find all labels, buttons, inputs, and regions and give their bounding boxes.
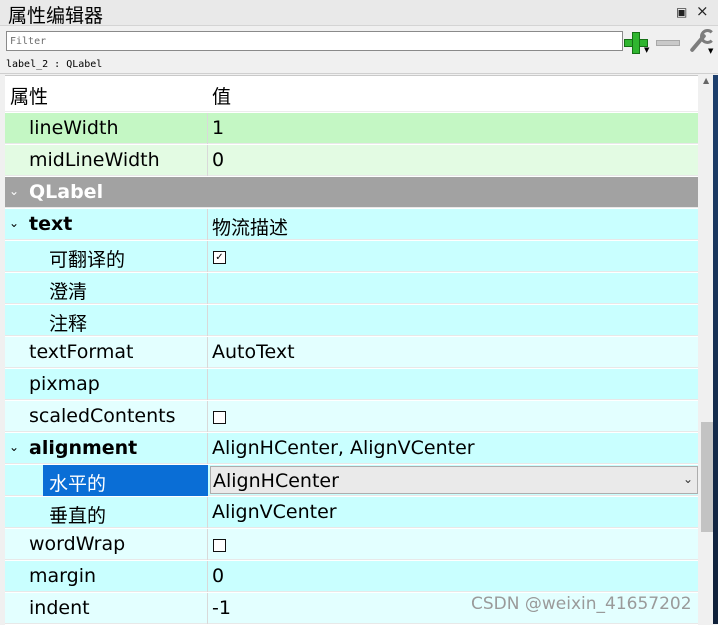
select-value: AlignHCenter <box>213 470 339 492</box>
watermark: CSDN @weixin_41657202 <box>471 594 692 614</box>
property-value[interactable]: AlignVCenter <box>212 501 337 523</box>
tree-header: 属性 值 <box>5 76 698 112</box>
property-name: 水平的 <box>49 473 107 495</box>
object-class-label: label_2 : QLabel <box>6 59 103 70</box>
property-name: pixmap <box>29 373 100 395</box>
horizontal-alignment-select[interactable]: AlignHCenter ⌄ <box>210 466 698 494</box>
close-icon[interactable]: × <box>696 2 709 20</box>
property-name: midLineWidth <box>29 149 160 171</box>
property-name: margin <box>29 565 97 587</box>
property-name: text <box>29 213 73 235</box>
chevron-down-icon[interactable]: ⌄ <box>9 216 19 230</box>
section-qlabel[interactable]: ⌄ QLabel <box>5 177 698 208</box>
property-row-midlinewidth[interactable]: midLineWidth 0 <box>5 145 698 176</box>
property-name: scaledContents <box>29 405 176 427</box>
property-name: indent <box>29 597 90 619</box>
property-name: 可翻译的 <box>49 249 126 271</box>
selected-property-name[interactable]: 水平的 <box>43 465 208 496</box>
property-row-alignment[interactable]: ⌄ alignment AlignHCenter, AlignVCenter <box>5 433 698 464</box>
property-name: 澄清 <box>49 281 88 303</box>
chevron-down-icon[interactable]: ⌄ <box>9 184 19 198</box>
property-row-translatable[interactable]: 可翻译的 ✓ <box>5 241 698 272</box>
remove-property-icon[interactable] <box>656 40 680 46</box>
property-value[interactable]: 1 <box>212 117 224 139</box>
title-bar: 属性编辑器 ▣ × <box>0 0 718 27</box>
chevron-down-icon[interactable]: ⌄ <box>9 440 19 454</box>
property-value[interactable]: 物流描述 <box>212 213 288 240</box>
property-name: alignment <box>29 437 138 459</box>
scroll-up-icon[interactable]: ▲ <box>703 76 709 85</box>
property-row-linewidth[interactable]: lineWidth 1 <box>5 113 698 144</box>
property-row-horizontal[interactable]: 水平的 AlignHCenter ⌄ <box>5 465 698 496</box>
property-value[interactable]: AlignHCenter, AlignVCenter <box>212 437 475 459</box>
scaledcontents-checkbox[interactable] <box>213 411 226 424</box>
header-value: 值 <box>212 86 232 108</box>
separator <box>0 73 718 74</box>
property-row-scaledcontents[interactable]: scaledContents <box>5 401 698 432</box>
property-value[interactable]: 0 <box>212 149 224 171</box>
property-tree[interactable]: 属性 值 lineWidth 1 midLineWidth 0 ⌄ QLabel… <box>5 75 698 625</box>
filter-input[interactable] <box>6 31 623 51</box>
property-row-text[interactable]: ⌄ text 物流描述 <box>5 209 698 240</box>
property-value[interactable]: -1 <box>212 597 231 619</box>
property-name: textFormat <box>29 341 134 363</box>
toolbar: ▼ ▼ <box>0 26 718 58</box>
property-row-vertical[interactable]: 垂直的 AlignVCenter <box>5 497 698 528</box>
property-name: lineWidth <box>29 117 119 139</box>
header-property: 属性 <box>10 86 49 108</box>
chevron-down-icon[interactable]: ⌄ <box>683 472 693 486</box>
property-row-margin[interactable]: margin 0 <box>5 561 698 592</box>
wrench-icon[interactable]: ▼ <box>684 28 715 56</box>
property-value[interactable]: 0 <box>212 565 224 587</box>
property-row-pixmap[interactable]: pixmap <box>5 369 698 400</box>
desktop-edge <box>713 75 718 624</box>
wordwrap-checkbox[interactable] <box>213 539 226 552</box>
property-name: 垂直的 <box>49 505 107 527</box>
property-row-wordwrap[interactable]: wordWrap <box>5 529 698 560</box>
property-name: 注释 <box>49 313 88 335</box>
property-row-comment[interactable]: 注释 <box>5 305 698 336</box>
property-row-disambiguation[interactable]: 澄清 <box>5 273 698 304</box>
property-row-textformat[interactable]: textFormat AutoText <box>5 337 698 368</box>
add-property-icon[interactable]: ▼ <box>624 30 650 54</box>
property-value[interactable]: AutoText <box>212 341 295 363</box>
translatable-checkbox[interactable]: ✓ <box>213 251 226 264</box>
property-name: wordWrap <box>29 533 126 555</box>
float-icon[interactable]: ▣ <box>676 5 687 19</box>
section-title: QLabel <box>29 181 104 203</box>
window-title: 属性编辑器 <box>8 5 104 27</box>
